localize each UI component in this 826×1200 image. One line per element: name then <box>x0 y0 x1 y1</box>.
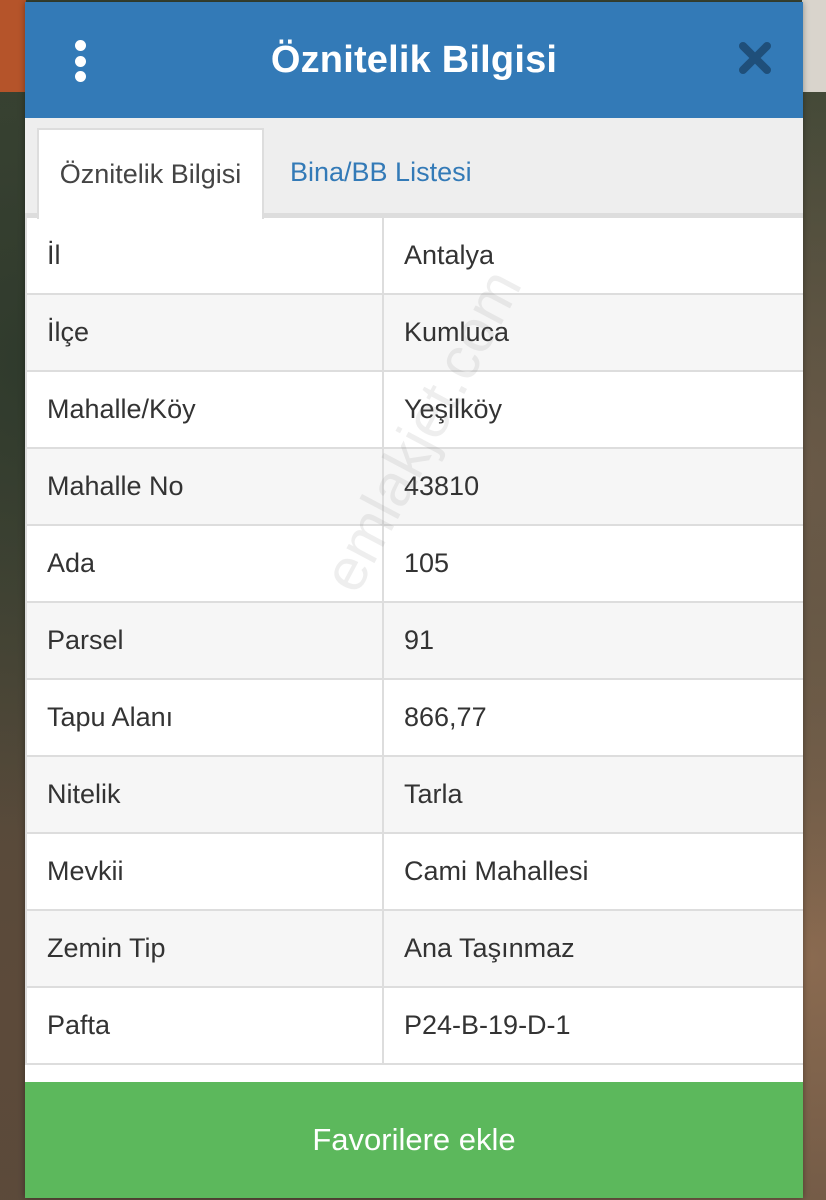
attribute-key: Zemin Tip <box>25 909 384 988</box>
close-icon[interactable] <box>737 40 773 76</box>
attribute-key: Mevkii <box>25 832 384 911</box>
table-row: Ada 105 <box>25 524 803 603</box>
attribute-key: Parsel <box>25 601 384 680</box>
attribute-value: 91 <box>382 601 803 680</box>
attribute-table-container: İl Antalya İlçe Kumluca Mahalle/Köy Yeşilköy M… <box>25 216 803 1082</box>
map-edge-left <box>0 0 26 92</box>
attribute-value: Ana Taşınmaz <box>382 909 803 988</box>
tab-bar: Öznitelik Bilgisi Bina/BB Listesi <box>25 118 803 219</box>
attribute-value: 43810 <box>382 447 803 526</box>
table-row: Zemin Tip Ana Taşınmaz <box>25 909 803 988</box>
table-row: Mahalle No 43810 <box>25 447 803 526</box>
attribute-key: Mahalle No <box>25 447 384 526</box>
add-to-favorites-button[interactable]: Favorilere ekle <box>25 1082 803 1198</box>
table-row: Pafta P24-B-19-D-1 <box>25 986 803 1065</box>
tab-building-list[interactable]: Bina/BB Listesi <box>290 128 472 216</box>
attribute-key: Ada <box>25 524 384 603</box>
attribute-value: 866,77 <box>382 678 803 757</box>
attribute-value: Cami Mahallesi <box>382 832 803 911</box>
map-edge-right <box>802 0 826 92</box>
attribute-value: P24-B-19-D-1 <box>382 986 803 1065</box>
attribute-value: Antalya <box>382 216 803 295</box>
attribute-table: İl Antalya İlçe Kumluca Mahalle/Köy Yeşilköy M… <box>25 216 803 1065</box>
attribute-key: Nitelik <box>25 755 384 834</box>
table-row: Mevkii Cami Mahallesi <box>25 832 803 911</box>
vertical-ellipsis-icon[interactable] <box>73 40 87 82</box>
attribute-value: 105 <box>382 524 803 603</box>
table-row: İl Antalya <box>25 216 803 295</box>
attribute-key: İl <box>25 216 384 295</box>
attribute-value: Kumluca <box>382 293 803 372</box>
table-row: Tapu Alanı 866,77 <box>25 678 803 757</box>
attribute-key: Tapu Alanı <box>25 678 384 757</box>
attribute-key: Pafta <box>25 986 384 1065</box>
table-row: Nitelik Tarla <box>25 755 803 834</box>
table-row: İlçe Kumluca <box>25 293 803 372</box>
attribute-key: Mahalle/Köy <box>25 370 384 449</box>
attribute-info-dialog: Öznitelik Bilgisi Öznitelik Bilgisi Bina… <box>25 2 803 1198</box>
table-row: Parsel 91 <box>25 601 803 680</box>
table-row: Mahalle/Köy Yeşilköy <box>25 370 803 449</box>
attribute-key: İlçe <box>25 293 384 372</box>
dialog-header: Öznitelik Bilgisi <box>25 2 803 118</box>
dialog-title: Öznitelik Bilgisi <box>270 38 558 81</box>
attribute-value: Yeşilköy <box>382 370 803 449</box>
tab-attribute-info[interactable]: Öznitelik Bilgisi <box>37 128 264 219</box>
attribute-value: Tarla <box>382 755 803 834</box>
